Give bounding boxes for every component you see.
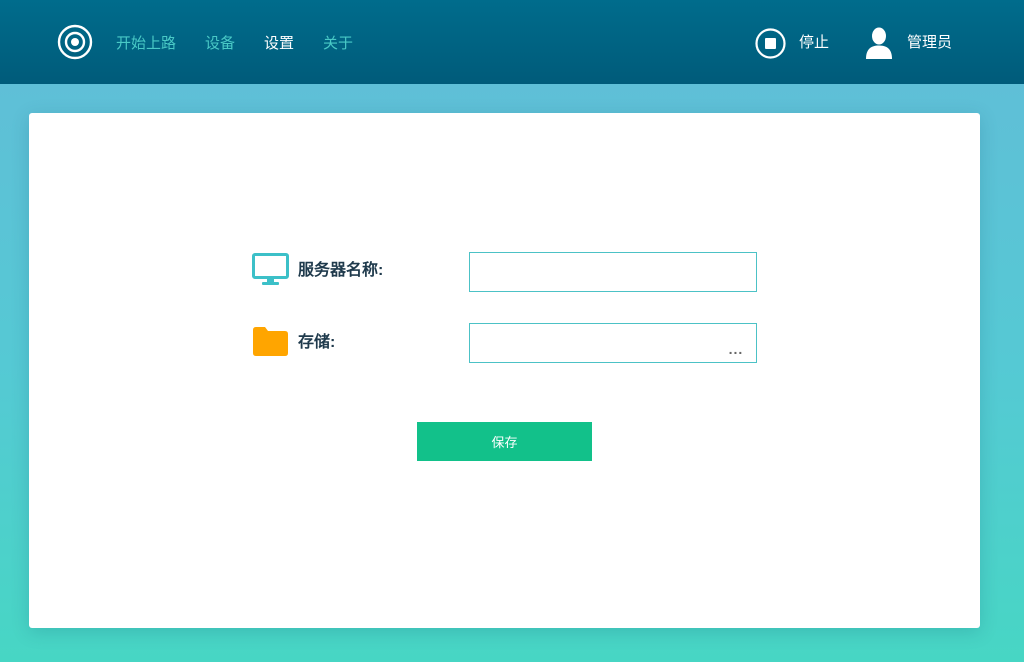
nav-item-devices[interactable]: 设备 [205,34,235,54]
settings-card: 服务器名称: 存储: ... 保存 [29,113,980,628]
target-logo-icon[interactable] [57,24,93,60]
user-label: 管理员 [907,34,953,51]
user-menu[interactable]: 管理员 [866,26,952,60]
nav-item-getting-started[interactable]: 开始上路 [116,34,176,54]
nav-item-settings[interactable]: 设置 [264,34,294,54]
server-name-label: 服务器名称: [298,262,384,279]
main-nav: 开始上路 设备 设置 关于 [116,34,382,54]
stop-button[interactable]: 停止 [755,27,829,59]
user-icon [866,27,892,59]
monitor-icon [252,253,289,285]
nav-item-about[interactable]: 关于 [323,34,353,54]
stop-icon [755,27,786,59]
browse-storage-button[interactable]: ... [723,342,749,362]
save-button[interactable]: 保存 [417,422,592,461]
stop-label: 停止 [799,34,830,51]
storage-label: 存储: [298,334,336,351]
storage-path-input[interactable] [469,323,757,363]
top-navigation-bar: 开始上路 设备 设置 关于 停止 管理员 [0,0,1024,84]
server-name-input[interactable] [469,252,757,292]
folder-icon [253,327,288,356]
